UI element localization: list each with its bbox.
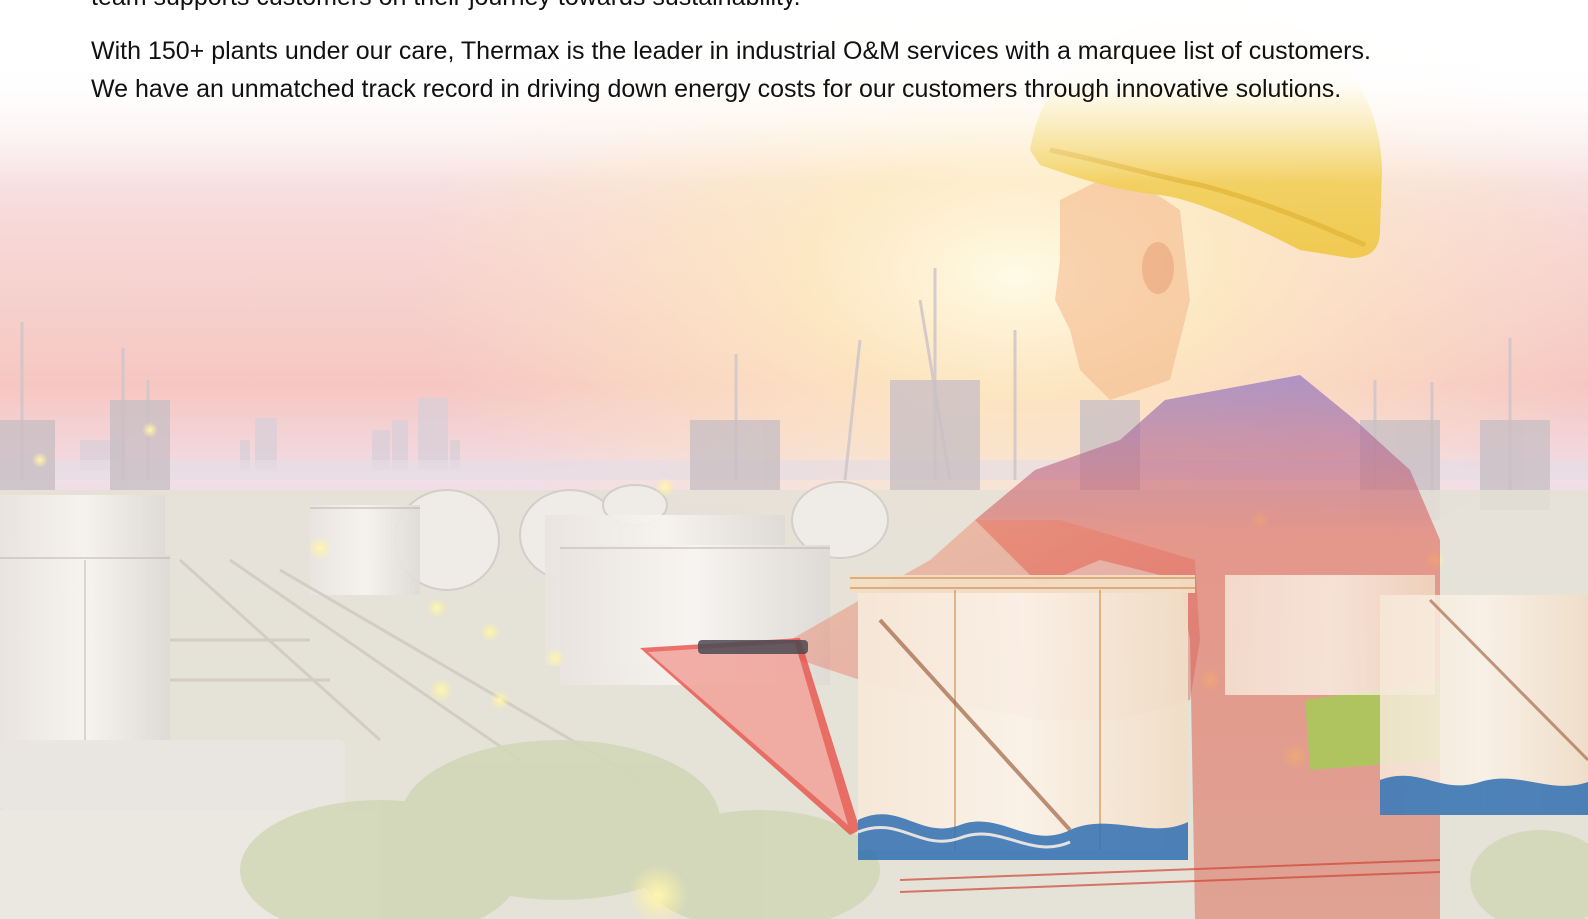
- intro-paragraph-main-line-1: With 150+ plants under our care, Thermax…: [91, 37, 1371, 65]
- intro-text-block: team supports customers on their journey…: [91, 0, 1551, 108]
- hero-image: [0, 0, 1588, 919]
- intro-paragraph-main-line-2: We have an unmatched track record in dri…: [91, 75, 1342, 103]
- intro-paragraph-main: With 150+ plants under our care, Thermax…: [91, 32, 1551, 108]
- intro-paragraph-top: team supports customers on their journey…: [91, 0, 1551, 16]
- page: team supports customers on their journey…: [0, 0, 1588, 919]
